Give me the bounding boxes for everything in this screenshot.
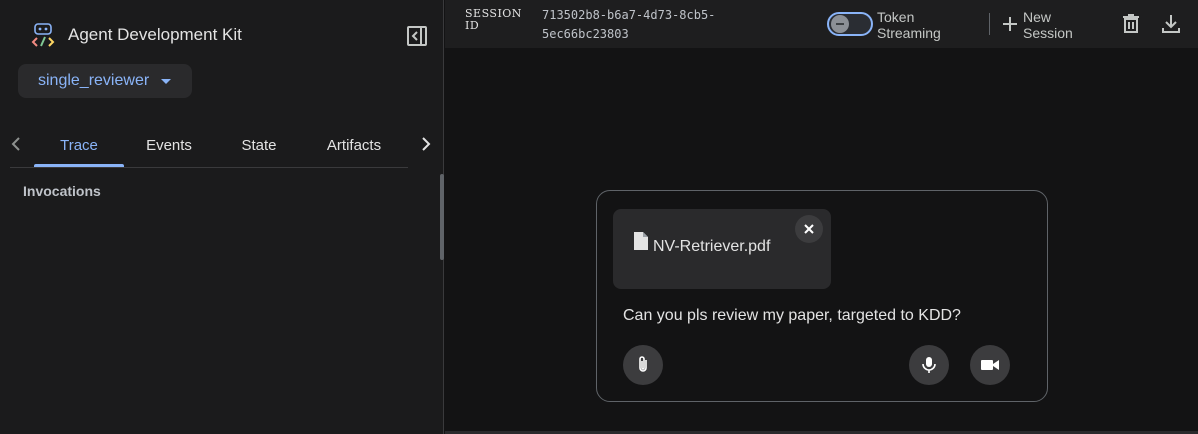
session-id-value: 713502b8-b6a7-4d73-8cb5-5ec66bc23803 bbox=[542, 8, 716, 41]
sidebar-scrollbar[interactable] bbox=[440, 174, 444, 260]
chevron-right-icon[interactable] bbox=[414, 132, 438, 156]
attachment-file-name: NV-Retriever.pdf bbox=[653, 238, 771, 255]
tab-artifacts[interactable]: Artifacts bbox=[304, 124, 404, 166]
new-session-button[interactable]: New Session bbox=[1001, 9, 1083, 41]
file-icon bbox=[634, 232, 648, 250]
agent-selector-value: single_reviewer bbox=[38, 72, 150, 89]
dropdown-caret-icon bbox=[161, 78, 172, 84]
remove-attachment-button[interactable] bbox=[795, 215, 823, 243]
token-streaming-label: Token Streaming bbox=[877, 9, 941, 41]
mic-button[interactable] bbox=[909, 345, 949, 385]
token-streaming-toggle[interactable] bbox=[827, 12, 873, 36]
tab-events[interactable]: Events bbox=[124, 124, 214, 166]
app-title: Agent Development Kit bbox=[68, 25, 242, 44]
attach-button[interactable] bbox=[623, 345, 663, 385]
session-id-label: SESSION ID bbox=[465, 7, 522, 32]
divider bbox=[989, 13, 990, 35]
tabs-divider bbox=[10, 167, 408, 168]
brand: Agent Development Kit bbox=[30, 22, 242, 48]
mic-icon bbox=[922, 357, 936, 373]
video-icon bbox=[981, 360, 999, 370]
close-icon bbox=[804, 224, 814, 234]
chat-input-card: NV-Retriever.pdf Can you pls review my p… bbox=[596, 190, 1048, 402]
tab-bar: Trace Events State Artifacts bbox=[0, 124, 444, 168]
attach-icon bbox=[639, 356, 647, 372]
adk-logo-icon bbox=[31, 23, 55, 47]
agent-selector[interactable]: single_reviewer bbox=[18, 64, 192, 98]
sidebar-collapse-icon[interactable] bbox=[404, 24, 430, 48]
plus-icon bbox=[1003, 17, 1017, 31]
video-button[interactable] bbox=[970, 345, 1010, 385]
new-session-label: New Session bbox=[1023, 9, 1073, 41]
attachment-chip: NV-Retriever.pdf bbox=[613, 209, 831, 289]
chat-input-text[interactable]: Can you pls review my paper, targeted to… bbox=[623, 307, 961, 325]
tab-state[interactable]: State bbox=[214, 124, 304, 166]
invocations-heading: Invocations bbox=[23, 183, 101, 199]
chevron-left-icon[interactable] bbox=[4, 132, 28, 156]
tab-trace[interactable]: Trace bbox=[34, 124, 124, 166]
download-icon[interactable] bbox=[1159, 12, 1183, 36]
top-bar: SESSION ID 713502b8-b6a7-4d73-8cb5-5ec66… bbox=[445, 0, 1198, 48]
toggle-knob bbox=[831, 15, 849, 33]
sidebar: Agent Development Kit single_reviewer Tr… bbox=[0, 0, 444, 434]
delete-icon[interactable] bbox=[1119, 12, 1143, 36]
